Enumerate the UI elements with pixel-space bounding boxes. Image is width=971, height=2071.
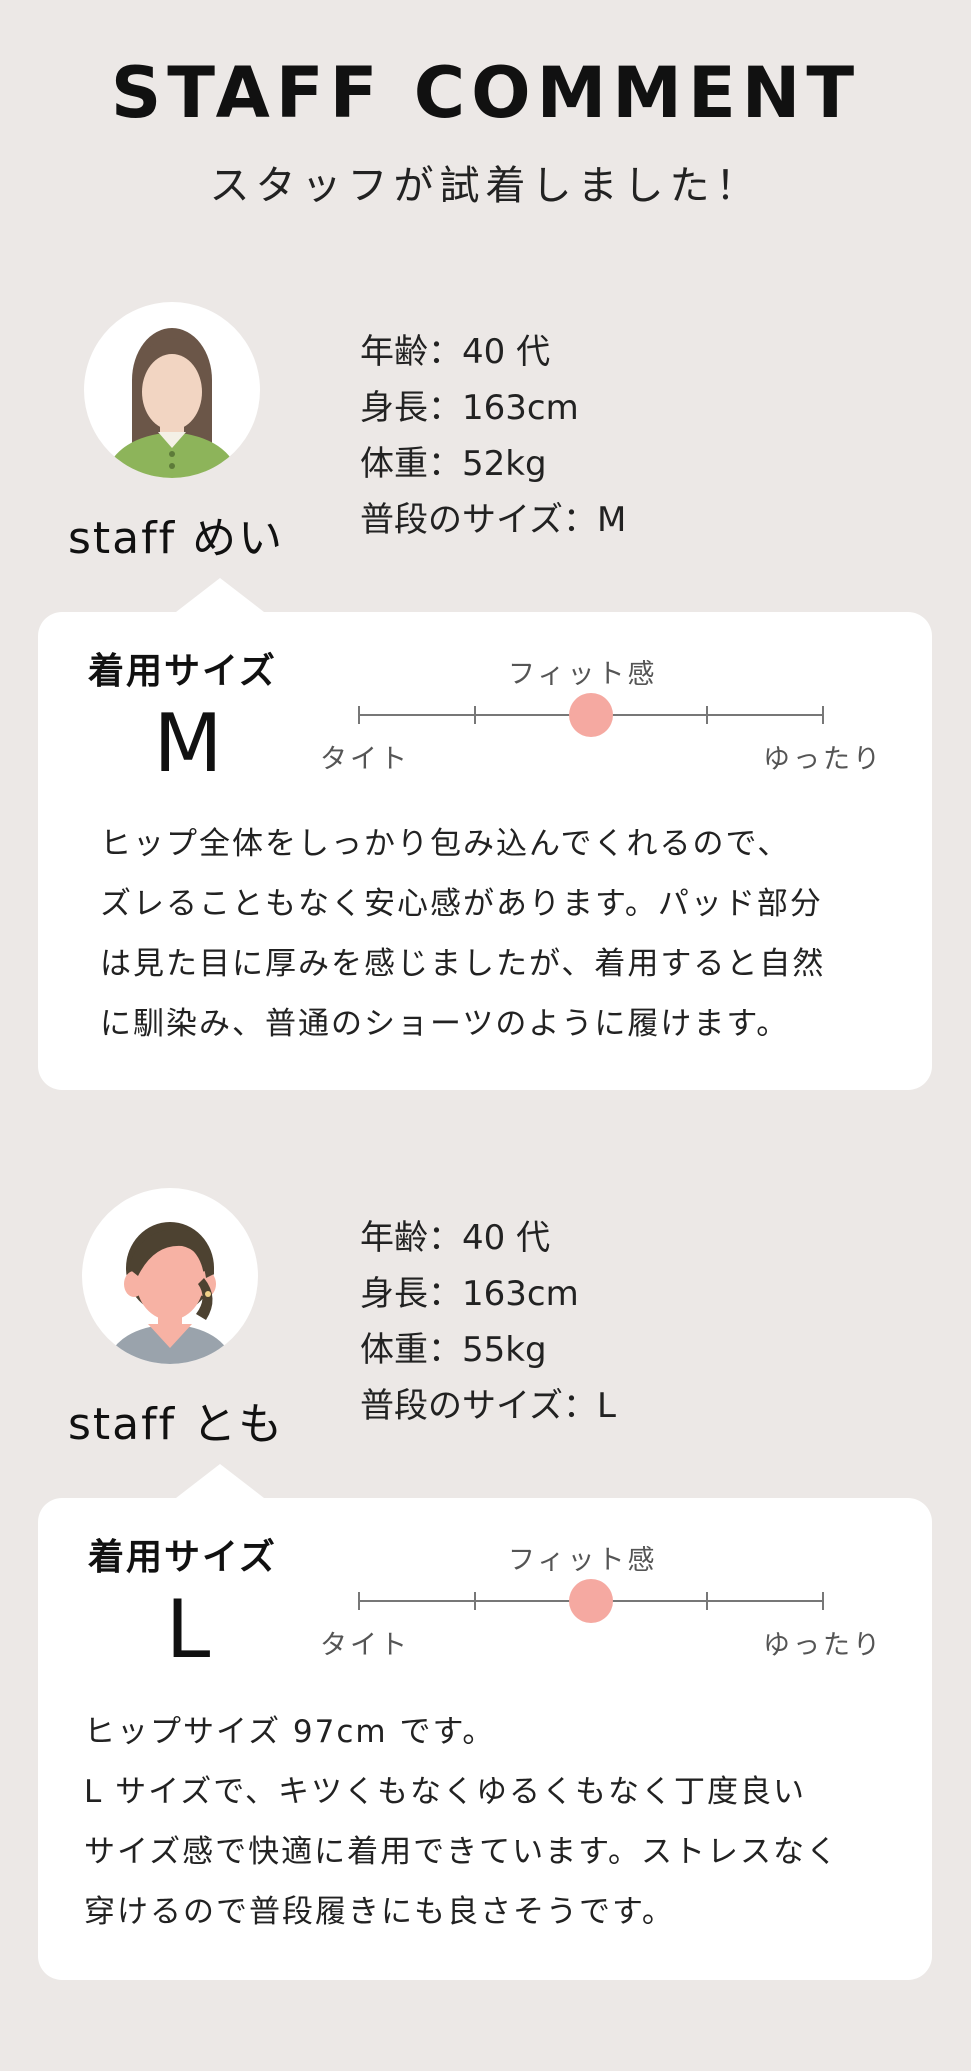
fit-title: フィット感: [508, 659, 658, 690]
fit-tick: [474, 706, 476, 724]
worn-size-value: L: [165, 1583, 211, 1676]
comment-line: ヒップ全体をしっかり包み込んでくれるので、: [100, 826, 791, 862]
fit-left-label: タイト: [320, 1630, 410, 1661]
fit-left-label: タイト: [320, 744, 410, 775]
worn-size-value: M: [153, 697, 223, 790]
comment-line: サイズ感で快適に着用できています。ストレスなく: [84, 1834, 839, 1870]
review-card-1: 着用サイズ M フィット感 タイト ゆったり ヒップ全体をしっかり包み込んでくれ…: [38, 578, 932, 1090]
info-height: 身長：163cm: [360, 1274, 579, 1314]
fit-tick: [358, 1592, 360, 1610]
fit-tick: [822, 706, 824, 724]
card-pointer: [176, 578, 264, 612]
fit-indicator: [569, 693, 613, 737]
worn-size-label: 着用サイズ: [88, 1537, 277, 1578]
info-height: 身長：163cm: [360, 388, 579, 428]
card-pointer: [176, 1464, 264, 1498]
info-usual-size: 普段のサイズ：M: [360, 500, 627, 540]
woman-avatar-icon: [82, 1188, 258, 1364]
worn-size-label: 着用サイズ: [88, 651, 277, 692]
info-usual-size: 普段のサイズ：L: [360, 1386, 616, 1426]
fit-tick: [474, 1592, 476, 1610]
staff-info: 年齢：40 代 身長：163cm 体重：52kg 普段のサイズ：M: [360, 324, 626, 548]
staff-comment: ヒップ全体をしっかり包み込んでくれるので、 ズレることもなく安心感があります。パ…: [100, 814, 900, 1054]
info-weight: 体重：55kg: [360, 1330, 547, 1370]
comment-line: L サイズで、キツくもなくゆるくもなく丁度良い: [84, 1774, 806, 1810]
comment-line: に馴染み、普通のショーツのように履けます。: [100, 1006, 790, 1042]
fit-right-label: ゆったり: [763, 1630, 883, 1661]
fit-tick: [822, 1592, 824, 1610]
fit-tick: [706, 706, 708, 724]
comment-line: は見た目に厚みを感じましたが、着用すると自然: [100, 946, 826, 982]
staff-comment: ヒップサイズ 97cm です。 L サイズで、キツくもなくゆるくもなく丁度良い …: [84, 1702, 884, 1942]
fit-indicator: [569, 1579, 613, 1623]
review-card-2: 着用サイズ L フィット感 タイト ゆったり ヒップサイズ 97cm です。 L…: [38, 1464, 932, 1980]
staff-name: staff めい: [68, 513, 285, 564]
comment-line: ズレることもなく安心感があります。パッド部分: [100, 886, 823, 922]
page-subtitle: スタッフが試着しました！: [209, 163, 762, 209]
info-age: 年齢：40 代: [360, 332, 551, 372]
staff-info: 年齢：40 代 身長：163cm 体重：55kg 普段のサイズ：L: [360, 1210, 616, 1434]
fit-right-label: ゆったり: [763, 744, 883, 775]
comment-line: ヒップサイズ 97cm です。: [84, 1714, 496, 1750]
staff-name: staff とも: [68, 1399, 285, 1450]
fit-tick: [358, 706, 360, 724]
info-weight: 体重：52kg: [360, 444, 547, 484]
info-age: 年齢：40 代: [360, 1218, 551, 1258]
comment-line: 穿けるので普段履きにも良さそうです。: [84, 1894, 675, 1930]
fit-tick: [706, 1592, 708, 1610]
woman-avatar-icon: [84, 302, 260, 478]
page-title: STAFF COMMENT: [110, 52, 861, 134]
fit-title: フィット感: [508, 1545, 658, 1576]
